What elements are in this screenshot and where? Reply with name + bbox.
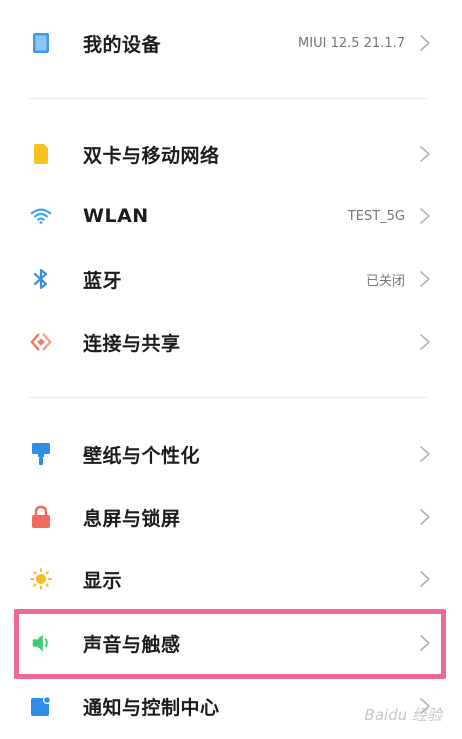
lock-icon (30, 505, 52, 528)
settings-item-wlan[interactable]: WLAN TEST_5G (0, 186, 462, 246)
chevron-right-icon (418, 269, 432, 289)
sun-icon (30, 568, 52, 590)
share-connection-icon (30, 331, 52, 353)
sim-card-icon (30, 143, 52, 165)
chevron-right-icon (418, 569, 432, 589)
settings-item-label: 连接与共享 (83, 332, 181, 355)
settings-item-label: 我的设备 (83, 33, 162, 56)
settings-item-label: 壁纸与个性化 (83, 444, 201, 467)
settings-item-bluetooth[interactable]: 蓝牙 已关闭 (0, 249, 462, 309)
chevron-right-icon (418, 206, 432, 226)
section-divider (28, 397, 428, 398)
settings-item-label: 双卡与移动网络 (83, 144, 220, 167)
settings-item-lock-screen[interactable]: 息屏与锁屏 (0, 487, 462, 547)
settings-item-connection-sharing[interactable]: 连接与共享 (0, 312, 462, 372)
tablet-icon (30, 32, 52, 54)
wifi-icon (30, 205, 52, 227)
watermark: Baidu 经验 (364, 706, 442, 724)
settings-item-label: WLAN (83, 205, 149, 227)
settings-item-value: 已关闭 (365, 273, 405, 289)
highlight-box (14, 609, 446, 679)
paint-brush-icon (30, 443, 52, 465)
settings-item-label: 息屏与锁屏 (83, 507, 181, 530)
settings-item-value: TEST_5G (347, 208, 405, 224)
chevron-right-icon (418, 507, 432, 527)
settings-item-wallpaper-personalization[interactable]: 壁纸与个性化 (0, 424, 462, 484)
chevron-right-icon (418, 444, 432, 464)
chevron-right-icon (418, 33, 432, 53)
settings-item-label: 显示 (83, 569, 123, 592)
settings-item-my-device[interactable]: 我的设备 MIUI 12.5 21.1.7 (0, 13, 462, 73)
settings-item-display[interactable]: 显示 (0, 549, 462, 609)
notification-icon (30, 695, 52, 717)
chevron-right-icon (418, 332, 432, 352)
bluetooth-icon (30, 268, 52, 290)
chevron-right-icon (418, 144, 432, 164)
settings-item-sim-mobile-network[interactable]: 双卡与移动网络 (0, 124, 462, 184)
settings-item-label: 蓝牙 (83, 269, 123, 292)
section-divider (28, 98, 428, 99)
settings-item-label: 通知与控制中心 (83, 696, 220, 719)
settings-item-value: MIUI 12.5 21.1.7 (298, 35, 405, 51)
